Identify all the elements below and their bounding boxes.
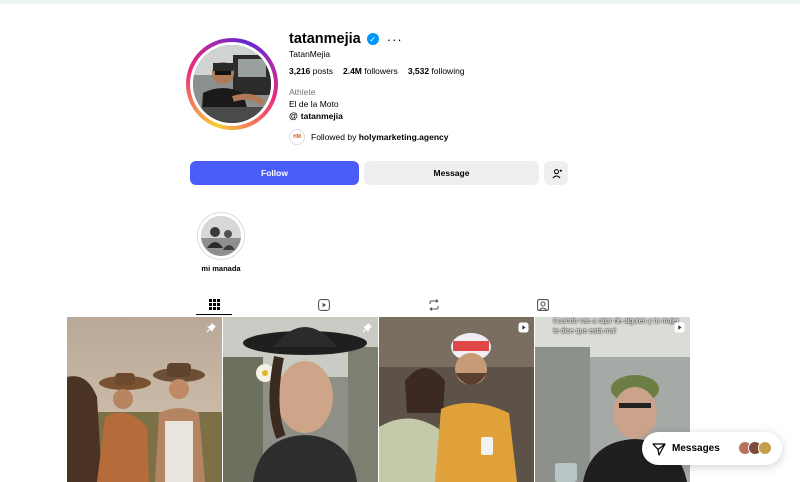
- add-person-icon: [551, 168, 562, 178]
- send-icon: [652, 442, 666, 456]
- follow-button[interactable]: Follow: [190, 161, 359, 185]
- reel-icon: [518, 322, 529, 333]
- threads-handle: tatanmejia: [300, 111, 343, 121]
- post-tile[interactable]: [67, 317, 222, 482]
- profile-bio: El de la Moto: [289, 99, 339, 109]
- reel-icon: [674, 322, 685, 333]
- posts-stat: 3,216 posts: [289, 66, 333, 76]
- follower-avatar: HM: [289, 129, 305, 145]
- tab-reels[interactable]: [306, 295, 342, 315]
- username-row: tatanmejia ✓ ···: [289, 30, 403, 48]
- message-button[interactable]: Message: [364, 161, 539, 185]
- following-stat[interactable]: 3,532 following: [408, 66, 465, 76]
- username: tatanmejia: [289, 31, 361, 47]
- tagged-icon: [537, 299, 549, 311]
- verified-badge-icon: ✓: [366, 33, 379, 45]
- tab-tagged[interactable]: [525, 295, 561, 315]
- pin-icon: [362, 323, 372, 333]
- repost-icon: [429, 299, 439, 311]
- highlight-mi-manada[interactable]: [197, 212, 245, 260]
- avatar: [758, 441, 772, 455]
- top-strip: [0, 0, 800, 4]
- followers-stat[interactable]: 2.4M followers: [343, 66, 398, 76]
- more-options-icon[interactable]: ···: [387, 32, 403, 47]
- tab-posts[interactable]: [196, 295, 232, 315]
- threads-icon: @: [289, 111, 298, 121]
- tab-reposts[interactable]: [416, 295, 452, 315]
- highlight-label: mi manada: [201, 264, 241, 273]
- profile-category: Athlete: [289, 87, 316, 97]
- reels-icon: [318, 299, 330, 311]
- messages-button[interactable]: Messages: [642, 432, 782, 465]
- suggested-accounts-button[interactable]: [544, 161, 568, 185]
- threads-link[interactable]: @ tatanmejia: [289, 111, 343, 121]
- profile-tabs: [0, 295, 800, 317]
- post-tile[interactable]: [379, 317, 534, 482]
- followed-by[interactable]: HM Followed by holymarketing.agency: [289, 129, 448, 145]
- message-avatars: [738, 441, 772, 455]
- full-name: TatanMejia: [289, 49, 331, 59]
- followed-by-text: Followed by holymarketing.agency: [311, 132, 449, 142]
- messages-label: Messages: [672, 443, 720, 454]
- posts-grid: Cuando vas a rajar de alguien y tu mujer…: [67, 317, 691, 482]
- post-tile[interactable]: [223, 317, 378, 482]
- grid-icon: [208, 299, 220, 310]
- profile-avatar[interactable]: [186, 38, 278, 130]
- profile-stats: 3,216 posts 2.4M followers 3,532 followi…: [289, 66, 465, 76]
- post-caption: Cuando vas a rajar de alguien y tu mujer…: [553, 318, 680, 335]
- pin-icon: [206, 323, 216, 333]
